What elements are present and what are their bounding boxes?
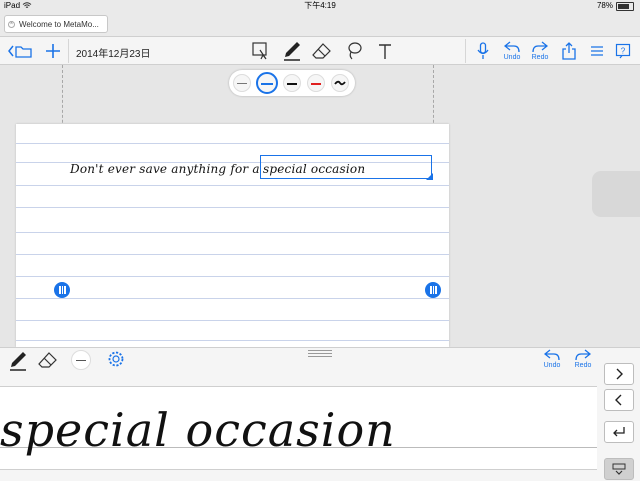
battery-percent: 78% — [596, 1, 613, 10]
panel-eraser-tool[interactable] — [38, 351, 60, 371]
panel-undo-button[interactable]: Undo — [540, 349, 564, 371]
chevron-right-icon — [616, 368, 623, 380]
clock: 下午4:19 — [304, 1, 336, 10]
left-margin-handle[interactable] — [54, 282, 70, 298]
panel-settings-button[interactable] — [107, 350, 127, 370]
share-button[interactable] — [558, 40, 580, 62]
handwriting-input-area[interactable]: special occasion — [0, 386, 597, 470]
redo-icon — [575, 349, 591, 361]
panel-drag-grip[interactable] — [308, 350, 332, 357]
lasso-select-tool[interactable] — [248, 40, 272, 62]
text-t-icon — [379, 44, 391, 59]
pen-swatch — [261, 83, 273, 85]
hide-keyboard-button[interactable] — [604, 458, 634, 480]
panel-pen-tool[interactable] — [8, 350, 30, 372]
svg-text:?: ? — [621, 47, 626, 56]
back-to-folders-button[interactable] — [6, 40, 34, 62]
pen-swatch — [237, 83, 247, 84]
right-margin-handle[interactable] — [425, 282, 441, 298]
pen-icon — [284, 42, 300, 61]
keyboard-dismiss-icon — [612, 463, 626, 475]
battery-status: 78% — [597, 0, 634, 12]
pen-style-calligraphy[interactable] — [331, 74, 349, 92]
gear-icon — [108, 351, 124, 367]
pen-swatch — [311, 83, 321, 85]
input-handwriting: special occasion — [0, 403, 396, 457]
browser-tab[interactable]: × Welcome to MetaMo... — [4, 15, 108, 33]
lasso-tool[interactable] — [342, 40, 366, 62]
help-icon: ? — [615, 43, 631, 59]
back-folder-icon — [8, 45, 32, 58]
undo-icon — [544, 349, 560, 361]
redo-button[interactable]: Redo — [528, 40, 552, 62]
main-toolbar: 2014年12月23日 Undo Redo ? — [0, 37, 640, 65]
add-note-button[interactable] — [42, 40, 64, 62]
pen-style-black[interactable] — [283, 74, 301, 92]
close-tab-icon[interactable]: × — [8, 21, 15, 28]
lasso-icon — [348, 42, 362, 60]
chevron-left-icon — [615, 394, 622, 406]
pen-swatch — [287, 83, 297, 85]
list-menu-icon — [591, 46, 603, 56]
pen-tool[interactable] — [280, 40, 304, 62]
undo-label: Undo — [503, 54, 521, 61]
battery-icon — [616, 1, 634, 11]
divider — [465, 39, 466, 63]
share-icon — [562, 42, 576, 60]
redo-label: Redo — [574, 362, 592, 369]
selected-handwriting: special occasion — [263, 162, 366, 176]
note-date: 2014年12月23日 — [76, 49, 151, 60]
return-button[interactable] — [604, 421, 634, 443]
next-button[interactable] — [604, 363, 634, 385]
eraser-icon — [38, 352, 57, 368]
help-button[interactable]: ? — [612, 40, 634, 62]
redo-icon — [532, 41, 548, 53]
pen-style-blue-selected[interactable] — [256, 72, 278, 94]
handwritten-text: Don't ever save anything for a — [70, 162, 260, 176]
undo-button[interactable]: Undo — [500, 40, 524, 62]
return-icon — [613, 427, 625, 437]
previous-button[interactable] — [604, 389, 634, 411]
redo-label: Redo — [531, 54, 549, 61]
panel-pen-width-button[interactable] — [71, 350, 91, 370]
eraser-icon — [312, 43, 331, 59]
calligraphy-stroke-icon — [334, 80, 346, 86]
pen-style-thin-gray[interactable] — [233, 74, 251, 92]
pen-style-red[interactable] — [307, 74, 325, 92]
selection-box[interactable]: special occasion — [260, 155, 433, 180]
undo-icon — [504, 41, 520, 53]
text-tool[interactable] — [373, 40, 397, 62]
divider — [68, 39, 69, 63]
panel-redo-button[interactable]: Redo — [571, 349, 595, 371]
select-frame-icon — [252, 42, 267, 60]
pen-style-bar — [229, 70, 355, 96]
pen-icon — [10, 352, 26, 371]
status-bar: iPad 下午4:19 78% — [0, 0, 640, 12]
menu-button[interactable] — [586, 40, 608, 62]
resize-handle-icon[interactable] — [426, 173, 433, 180]
side-panel-toggle[interactable] — [592, 171, 640, 217]
eraser-tool[interactable] — [310, 40, 334, 62]
tab-bar: × Welcome to MetaMo... — [0, 12, 640, 37]
tab-title: Welcome to MetaMo... — [19, 20, 99, 29]
undo-label: Undo — [543, 362, 561, 369]
voice-button[interactable] — [472, 40, 494, 62]
plus-icon — [46, 44, 60, 58]
microphone-icon — [477, 42, 489, 59]
